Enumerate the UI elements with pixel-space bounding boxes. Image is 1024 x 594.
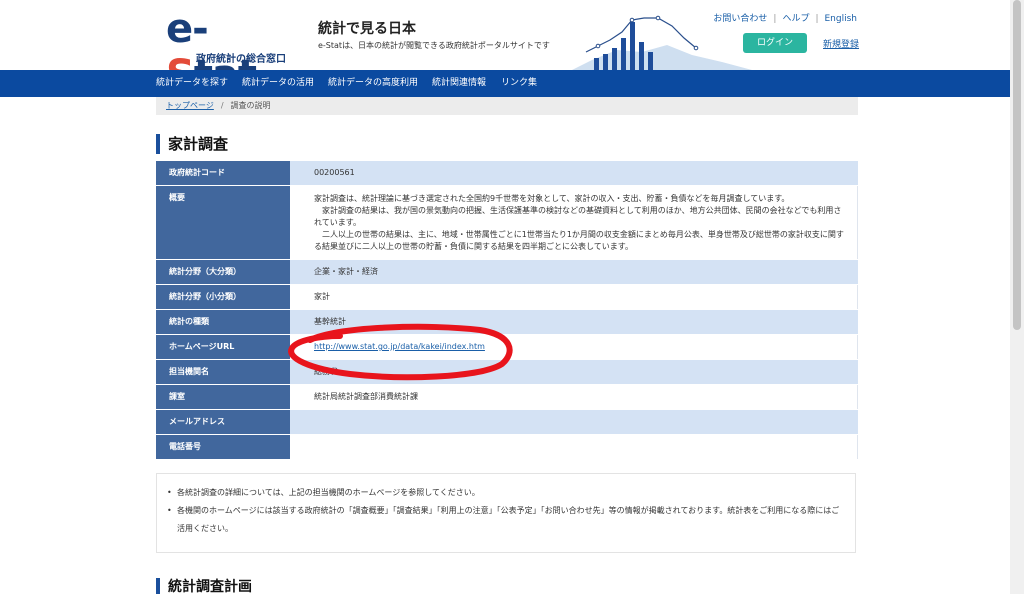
utility-links: お問い合わせ | ヘルプ | English [713,11,857,24]
survey-info-table: 政府統計コード 00200561 概要 家計調査は、統計理論に基づき選定された全… [156,161,858,460]
table-row: ホームページURL http://www.stat.go.jp/data/kak… [156,334,858,360]
estat-logo[interactable]: e-Stat 政府統計の総合窓口 [166,6,292,98]
register-link[interactable]: 新規登録 [823,37,859,50]
summary-paragraph: 家計調査の結果は、我が国の景気動向の把握、生活保護基準の検討などの基礎資料として… [314,206,842,227]
nav-related-info[interactable]: 統計関連情報 [432,70,486,97]
login-button[interactable]: ログイン [743,33,807,53]
note-item: 各統計調査の詳細については、上記の担当機関のホームページを参照してください。 [167,484,845,502]
stat-type-value: 基幹統計 [290,309,858,335]
english-link[interactable]: English [825,14,858,24]
section-heading-survey-plan: 統計調査計画 [156,578,252,594]
table-row: メールアドレス [156,409,858,435]
table-row: 電話番号 [156,434,858,460]
summary-label: 概要 [156,185,290,260]
agency-value: 総務省 [290,359,858,385]
section-label: 課室 [156,384,290,410]
summary-paragraph: 家計調査は、統計理論に基づき選定された全国約9千世帯を対象として、家計の収入・支… [314,194,790,203]
nav-links[interactable]: リンク集 [501,70,537,97]
notes-box: 各統計調査の詳細については、上記の担当機関のホームページを参照してください。 各… [156,473,856,553]
table-row: 概要 家計調査は、統計理論に基づき選定された全国約9千世帯を対象として、家計の収… [156,185,858,260]
field-major-value: 企業・家計・経済 [290,259,858,285]
note-item: 各機関のホームページには該当する政府統計の「調査概要」「調査結果」「利用上の注意… [167,502,845,538]
section-value: 統計局統計調査部消費統計課 [290,384,858,410]
table-row: 統計分野（小分類） 家計 [156,284,858,310]
table-row: 統計分野（大分類） 企業・家計・経済 [156,259,858,285]
phone-label: 電話番号 [156,434,290,460]
summary-paragraph: 二人以上の世帯の結果は、主に、地域・世帯属性ごとに1世帯当たり1か月間の収支金額… [314,230,844,251]
breadcrumb: トップページ / 調査の説明 [156,97,858,115]
global-nav: 統計データを探す 統計データの活用 統計データの高度利用 統計関連情報 リンク集 [0,70,1010,97]
code-label: 政府統計コード [156,161,290,186]
scrollbar-thumb[interactable] [1013,0,1021,330]
nav-find-data[interactable]: 統計データを探す [156,70,228,97]
separator: | [773,14,777,24]
field-minor-label: 統計分野（小分類） [156,284,290,310]
stat-type-label: 統計の種類 [156,309,290,335]
help-link[interactable]: ヘルプ [782,14,809,24]
site-description: e-Statは、日本の統計が閲覧できる政府統計ポータルサイトです [318,41,550,50]
summary-value: 家計調査は、統計理論に基づき選定された全国約9千世帯を対象として、家計の収入・支… [290,185,858,260]
contact-link[interactable]: お問い合わせ [713,14,767,24]
site-header: e-Stat 政府統計の総合窓口 統計で見る日本 e-Statは、日本の統計が閲… [0,0,1010,98]
separator: | [815,14,819,24]
nav-advanced-use[interactable]: 統計データの高度利用 [328,70,418,97]
site-title: 統計で見る日本 [318,21,416,37]
field-major-label: 統計分野（大分類） [156,259,290,285]
table-row: 統計の種類 基幹統計 [156,309,858,335]
breadcrumb-home[interactable]: トップページ [166,101,214,110]
page-title: 家計調査 [156,134,228,154]
table-row: 政府統計コード 00200561 [156,161,858,186]
breadcrumb-separator: / [220,101,224,110]
code-value: 00200561 [290,161,858,186]
breadcrumb-current: 調査の説明 [230,101,271,110]
nav-use-data[interactable]: 統計データの活用 [242,70,314,97]
email-value [290,409,858,435]
table-row: 課室 統計局統計調査部消費統計課 [156,384,858,410]
agency-label: 担当機関名 [156,359,290,385]
page: e-Stat 政府統計の総合窓口 統計で見る日本 e-Statは、日本の統計が閲… [0,0,1010,594]
logo-subtitle: 政府統計の総合窓口 [196,54,286,65]
homepage-url-cell: http://www.stat.go.jp/data/kakei/index.h… [290,334,858,360]
homepage-url-label: ホームページURL [156,334,290,360]
phone-value [290,434,858,460]
scrollbar[interactable] [1010,0,1024,594]
table-row: 担当機関名 総務省 [156,359,858,385]
email-label: メールアドレス [156,409,290,435]
homepage-url-link[interactable]: http://www.stat.go.jp/data/kakei/index.h… [314,342,485,351]
field-minor-value: 家計 [290,284,858,310]
